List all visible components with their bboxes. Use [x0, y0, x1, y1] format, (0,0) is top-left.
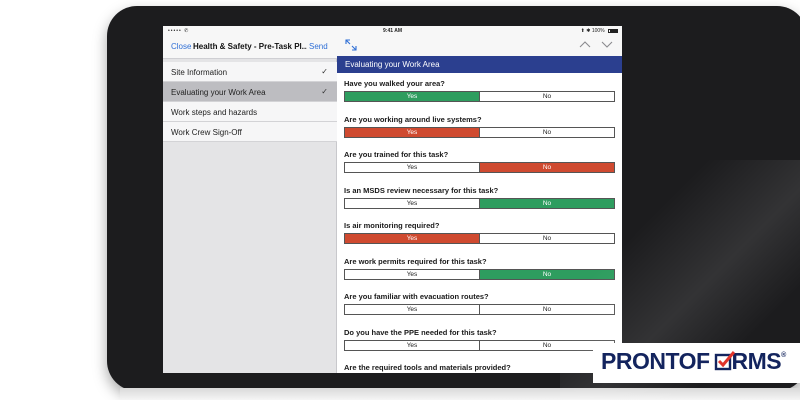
sidebar-item-label: Site Information: [171, 68, 228, 77]
section-list: Site Information ✓ Evaluating your Work Ar…: [163, 62, 337, 142]
status-bar: ••••• ✆ 9:41 AM ⬆ ✱ 100%: [163, 26, 622, 35]
question-item: Are you trained for this task? Yes No: [337, 144, 622, 180]
yes-no-toggle: Yes No: [344, 162, 615, 173]
form-toolbar: [337, 35, 622, 56]
expand-icon[interactable]: [345, 39, 357, 51]
send-button[interactable]: Send: [309, 42, 328, 51]
sidebar-item-section[interactable]: Site Information ✓: [163, 62, 337, 82]
no-button[interactable]: No: [479, 269, 614, 279]
close-button[interactable]: Close: [171, 42, 191, 51]
sidebar-item-section[interactable]: Work Crew Sign-Off: [163, 122, 337, 142]
question-label: Have you walked your area?: [344, 79, 445, 88]
prontoforms-logo: PRONTOF RMS®: [593, 343, 800, 383]
yes-button[interactable]: Yes: [345, 163, 479, 172]
question-item: Do you have the PPE needed for this task…: [337, 322, 622, 358]
question-label: Are work permits required for this task?: [344, 256, 487, 266]
chevron-down-icon[interactable]: [601, 39, 613, 49]
battery-icon: [608, 28, 618, 33]
yes-no-toggle: Yes No: [344, 339, 615, 351]
checkmark-icon: ✓: [321, 67, 328, 76]
yes-no-toggle: Yes No: [344, 268, 615, 280]
yes-button[interactable]: Yes: [345, 199, 479, 208]
section-title: Evaluating your Work Area: [345, 60, 440, 69]
question-list: Have you walked your area? Yes No Are you w…: [337, 73, 622, 373]
yes-no-toggle: Yes No: [344, 126, 615, 138]
yes-no-toggle: Yes No: [344, 197, 615, 209]
question-item: Are work permits required for this task?…: [337, 251, 622, 287]
yes-button[interactable]: Yes: [345, 305, 479, 314]
no-button[interactable]: No: [479, 127, 614, 137]
no-button[interactable]: No: [479, 163, 614, 172]
yes-button[interactable]: Yes: [345, 127, 479, 137]
status-right: ⬆ ✱ 100%: [581, 28, 618, 34]
sidebar-header: Close Health & Safety - Pre-Task Pl... S…: [163, 35, 337, 59]
status-time: 9:41 AM: [383, 28, 402, 34]
no-button[interactable]: No: [479, 198, 614, 208]
section-header: Evaluating your Work Area: [337, 56, 622, 73]
question-item: Is an MSDS review necessary for this tas…: [337, 180, 622, 216]
question-label: Are you trained for this task?: [344, 150, 449, 159]
sidebar-item-label: Work steps and hazards: [171, 108, 258, 117]
question-label: Are the required tools and materials pro…: [344, 363, 511, 372]
yes-no-toggle: Yes No: [344, 91, 615, 102]
sidebar-item-section[interactable]: Evaluating your Work Area ✓: [163, 82, 337, 102]
logo-wordmark: PRONTOF RMS®: [601, 348, 786, 374]
checkmark-icon: ✓: [321, 87, 328, 96]
no-button[interactable]: No: [479, 92, 614, 101]
sidebar-item-section[interactable]: Work steps and hazards: [163, 102, 337, 122]
chevron-up-icon[interactable]: [579, 39, 591, 49]
yes-no-toggle: Yes No: [344, 233, 615, 244]
form-pane: Evaluating your Work Area Have you walke…: [337, 35, 622, 373]
yes-button[interactable]: Yes: [345, 341, 479, 350]
app-screen: ••••• ✆ 9:41 AM ⬆ ✱ 100% Close Health & …: [163, 26, 622, 373]
form-title: Health & Safety - Pre-Task Pl...: [193, 42, 307, 51]
no-button[interactable]: No: [479, 234, 614, 243]
tablet-shadow: [120, 388, 800, 400]
question-item: Is air monitoring required? Yes No: [337, 215, 622, 251]
question-label: Do you have the PPE needed for this task…: [344, 327, 497, 337]
checkbox-check-icon: [714, 351, 736, 371]
question-item: Are the required tools and materials pro…: [337, 357, 622, 373]
question-label: Are you familiar with evacuation routes?: [344, 292, 489, 301]
sidebar-item-label: Evaluating your Work Area: [171, 88, 266, 97]
question-item: Have you walked your area? Yes No: [337, 73, 622, 109]
yes-button[interactable]: Yes: [345, 92, 479, 101]
yes-button[interactable]: Yes: [345, 270, 479, 279]
battery-percent: ⬆ ✱ 100%: [580, 28, 605, 34]
question-label: Is air monitoring required?: [344, 221, 440, 230]
yes-no-toggle: Yes No: [344, 304, 615, 315]
yes-button[interactable]: Yes: [345, 234, 479, 243]
question-item: Are you familiar with evacuation routes?…: [337, 286, 622, 322]
sidebar-item-label: Work Crew Sign-Off: [171, 128, 242, 137]
question-label: Is an MSDS review necessary for this tas…: [344, 185, 499, 195]
question-item: Are you working around live systems? Yes N…: [337, 109, 622, 145]
section-sidebar: Close Health & Safety - Pre-Task Pl... S…: [163, 35, 337, 373]
no-button[interactable]: No: [479, 305, 614, 314]
question-label: Are you working around live systems?: [344, 114, 482, 124]
